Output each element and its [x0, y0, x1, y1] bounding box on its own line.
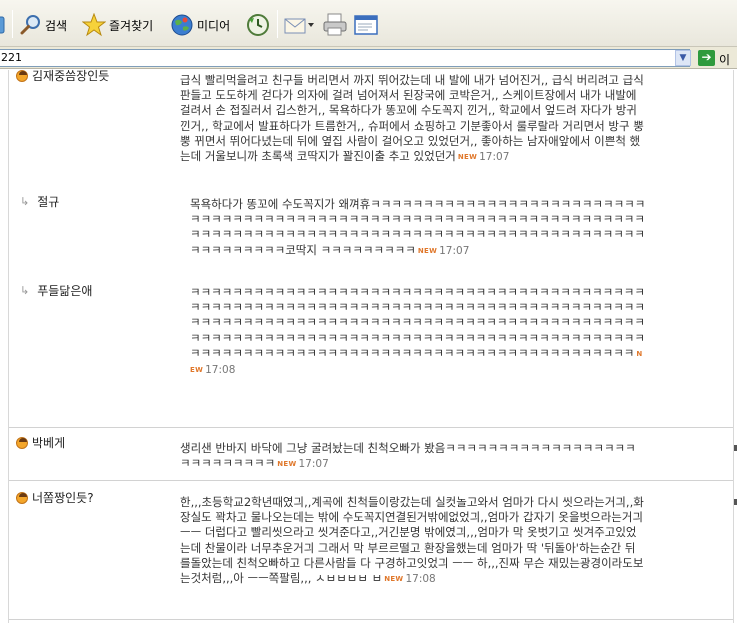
reply-arrow-icon: ↳ [20, 284, 30, 297]
address-dropdown-icon[interactable]: ▼ [675, 50, 691, 66]
media-label: 미디어 [197, 18, 231, 33]
user-face-icon [16, 491, 28, 504]
comment-author[interactable]: 박베게 [16, 434, 65, 451]
user-face-icon [16, 69, 28, 82]
comment-body: 생리샌 반바지 바닥에 그냥 굴려놨는데 친척오빠가 봤음ㅋㅋㅋㅋㅋㅋㅋㅋㅋㅋㅋ… [180, 441, 646, 472]
search-label: 검색 [45, 18, 68, 33]
row-divider [9, 619, 733, 620]
history-button[interactable] [246, 11, 270, 39]
comment-time: 17:07 [298, 458, 329, 471]
row-divider [9, 427, 733, 428]
reply-body: 목욕하다가 똥꼬에 수도꼭지가 왜껴휴ㅋㅋㅋㅋㅋㅋㅋㅋㅋㅋㅋㅋㅋㅋㅋㅋㅋㅋㅋㅋㅋ… [190, 197, 646, 259]
printer-icon [323, 13, 347, 36]
address-input[interactable]: 221 [0, 49, 690, 67]
reply-author[interactable]: ↳ 절규 [20, 193, 59, 210]
mail-envelope-icon [284, 18, 306, 34]
search-icon [20, 15, 40, 35]
author-name: 푸들닮은애 [37, 284, 93, 298]
comment-text: 한,,,초등학교2학년때였긔,,계곡에 친척들이랑갔는데 실컷놀고와서 엄마가 … [180, 495, 644, 586]
edit-page-icon [354, 15, 378, 35]
comment-text: 생리샌 반바지 바닥에 그냥 굴려놨는데 친척오빠가 봤음ㅋㅋㅋㅋㅋㅋㅋㅋㅋㅋㅋ… [180, 441, 636, 471]
comment-body: 한,,,초등학교2학년때였긔,,계곡에 친척들이랑갔는데 실컷놀고와서 엄마가 … [180, 495, 646, 587]
favorites-button[interactable]: 즐겨찾기 [82, 11, 153, 39]
new-badge: NEW [277, 460, 297, 469]
row-divider [9, 480, 733, 481]
author-name: 절규 [37, 195, 60, 209]
media-globe-icon [171, 14, 193, 36]
comment-list: 김재중씀장인듯 급식 빨리먹을려고 친구들 버리면서 까지 뛰어갔는데 내 발에… [0, 67, 737, 623]
comment-time: 17:08 [405, 573, 436, 586]
mail-button[interactable] [284, 11, 314, 39]
right-border [733, 70, 734, 623]
author-name: 김재중씀장인듯 [32, 69, 110, 83]
reply-author[interactable]: ↳ 푸들닮은애 [20, 282, 92, 299]
mail-dropdown-icon[interactable] [308, 21, 314, 29]
comment-time: 17:07 [479, 151, 510, 164]
comment-body: 급식 빨리먹을려고 친구들 버리면서 까지 뛰어갔는데 내 발에 내가 넘어진거… [180, 73, 646, 165]
favorites-star-icon [82, 13, 106, 37]
author-name: 박베게 [32, 436, 66, 450]
comment-text: ㅋㅋㅋㅋㅋㅋㅋㅋㅋㅋㅋㅋㅋㅋㅋㅋㅋㅋㅋㅋㅋㅋㅋㅋㅋㅋㅋㅋㅋㅋㅋㅋㅋㅋㅋㅋㅋㅋㅋㅋ… [190, 285, 645, 360]
back-button[interactable] [0, 11, 6, 39]
history-clock-icon [247, 14, 269, 36]
go-arrow-icon[interactable]: ➔ [698, 50, 715, 66]
new-badge: NEW [417, 246, 438, 255]
reply-body: ㅋㅋㅋㅋㅋㅋㅋㅋㅋㅋㅋㅋㅋㅋㅋㅋㅋㅋㅋㅋㅋㅋㅋㅋㅋㅋㅋㅋㅋㅋㅋㅋㅋㅋㅋㅋㅋㅋㅋㅋ… [190, 285, 646, 378]
author-name: 너쫌짱인듯? [32, 491, 94, 505]
new-badge: NEW [384, 575, 404, 584]
comment-author[interactable]: 너쫌짱인듯? [16, 489, 94, 506]
comment-text: 급식 빨리먹을려고 친구들 버리면서 까지 뛰어갔는데 내 발에 내가 넘어진거… [180, 73, 644, 164]
left-border [8, 70, 9, 623]
new-badge: NEW [457, 153, 478, 162]
comment-time: 17:08 [205, 364, 236, 377]
browser-toolbar: 검색 즐겨찾기 미디어 [0, 0, 737, 47]
user-face-icon [16, 436, 28, 449]
back-arrow-icon [0, 16, 5, 34]
reply-arrow-icon: ↳ [20, 195, 30, 208]
search-button[interactable]: 검색 [20, 11, 67, 39]
print-button[interactable] [322, 11, 348, 39]
edit-button[interactable] [354, 11, 380, 39]
address-bar: 221 ▼ ➔ 이동 [0, 47, 737, 84]
comment-author[interactable]: 김재중씀장인듯 [16, 67, 109, 84]
comment-time: 17:07 [439, 244, 470, 257]
media-button[interactable]: 미디어 [170, 11, 230, 39]
favorites-label: 즐겨찾기 [109, 18, 154, 33]
